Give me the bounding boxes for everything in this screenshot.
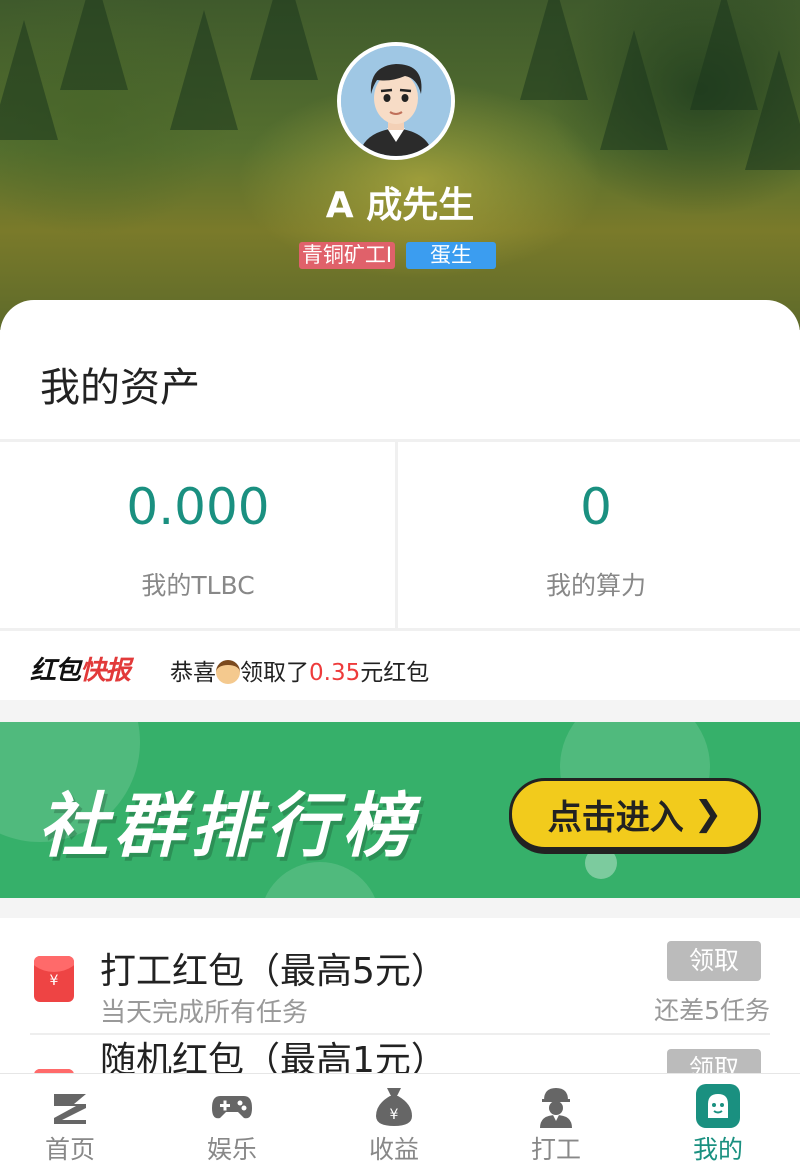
tree-decoration [0,20,58,140]
logo-part-2: 快报 [80,656,131,686]
worker-icon [540,1088,572,1128]
angel-emoji-icon [216,660,240,684]
profile-header: A 成先生 青铜矿工I 蛋生 [0,0,800,330]
chevron-right-icon: ❯ [693,794,723,834]
bottom-nav: 首页 娱乐 ¥ 收益 打工 我的 [0,1073,800,1168]
tree-decoration [170,10,238,130]
ticker-middle: 领取了 [240,660,309,686]
logo-part-1: 红包 [30,656,81,686]
power-label: 我的算力 [545,571,646,600]
ticker-suffix: 元红包 [360,660,430,686]
nav-item-entertainment[interactable]: 娱乐 [152,1074,312,1168]
nav-label: 打工 [530,1135,581,1164]
divider [0,628,800,631]
nav-item-work[interactable]: 打工 [476,1074,636,1168]
tlbc-value: 0.000 [126,478,270,536]
banner-decoration [585,847,617,879]
task-title: 打工红包（最高5元） [100,951,447,992]
enter-button[interactable]: 点击进入 ❯ [509,778,761,850]
money-bag-icon: ¥ [376,1088,412,1126]
nav-label: 我的 [692,1135,743,1164]
task-list: ¥ 打工红包（最高5元） 当天完成所有任务 领取 还差5任务 ¥ 随机红包（最高… [0,918,800,1078]
nav-item-earnings[interactable]: ¥ 收益 [314,1074,474,1168]
remaining-tasks: 还差5任务 [654,996,770,1025]
ticker-prefix: 恭喜 [170,660,216,686]
gamepad-icon [212,1096,252,1119]
banner-title: 社群排行榜 [38,785,418,867]
tree-decoration [60,0,128,90]
list-item: ¥ 打工红包（最高5元） 当天完成所有任务 领取 还差5任务 [0,918,800,1035]
nav-label: 收益 [368,1135,419,1164]
svg-text:¥: ¥ [390,1107,399,1123]
tree-decoration [600,30,668,150]
enter-button-label: 点击进入 [547,797,684,838]
news-ticker: 恭喜 领取了0.35元红包 [170,653,429,687]
task-title: 随机红包（最高1元） [100,1040,447,1078]
task-subtitle: 当天完成所有任务 [100,998,309,1028]
ticker-amount: 0.35 [309,660,361,686]
tree-decoration [520,0,588,100]
list-item: ¥ 随机红包（最高1元） 领取 [0,1035,800,1078]
red-packet-news-logo: 红包快报 [30,650,131,687]
divider [0,439,800,442]
nav-item-mine[interactable]: 我的 [638,1074,798,1168]
tlbc-label: 我的TLBC [141,571,255,600]
nav-label: 首页 [44,1135,95,1164]
avatar-portrait-icon [341,46,451,156]
profile-icon [696,1084,740,1128]
level-badge: 青铜矿工I [299,242,395,269]
tree-decoration [250,0,318,80]
home-icon [54,1094,86,1124]
assets-card: 我的资产 0.000 我的TLBC 0 我的算力 红包快报 恭喜 领取了0.35元… [0,300,800,700]
section-title: 我的资产 [40,365,200,411]
red-packet-icon: ¥ [34,956,74,1002]
nav-label: 娱乐 [206,1135,257,1164]
avatar[interactable] [337,42,455,160]
tree-decoration [745,50,800,170]
status-badge: 蛋生 [406,242,496,269]
username: A 成先生 [325,185,475,226]
power-value: 0 [580,478,612,536]
community-ranking-banner[interactable]: 社群排行榜 点击进入 ❯ [0,722,800,898]
nav-item-home[interactable]: 首页 [0,1074,150,1168]
claim-button[interactable]: 领取 [667,941,761,981]
